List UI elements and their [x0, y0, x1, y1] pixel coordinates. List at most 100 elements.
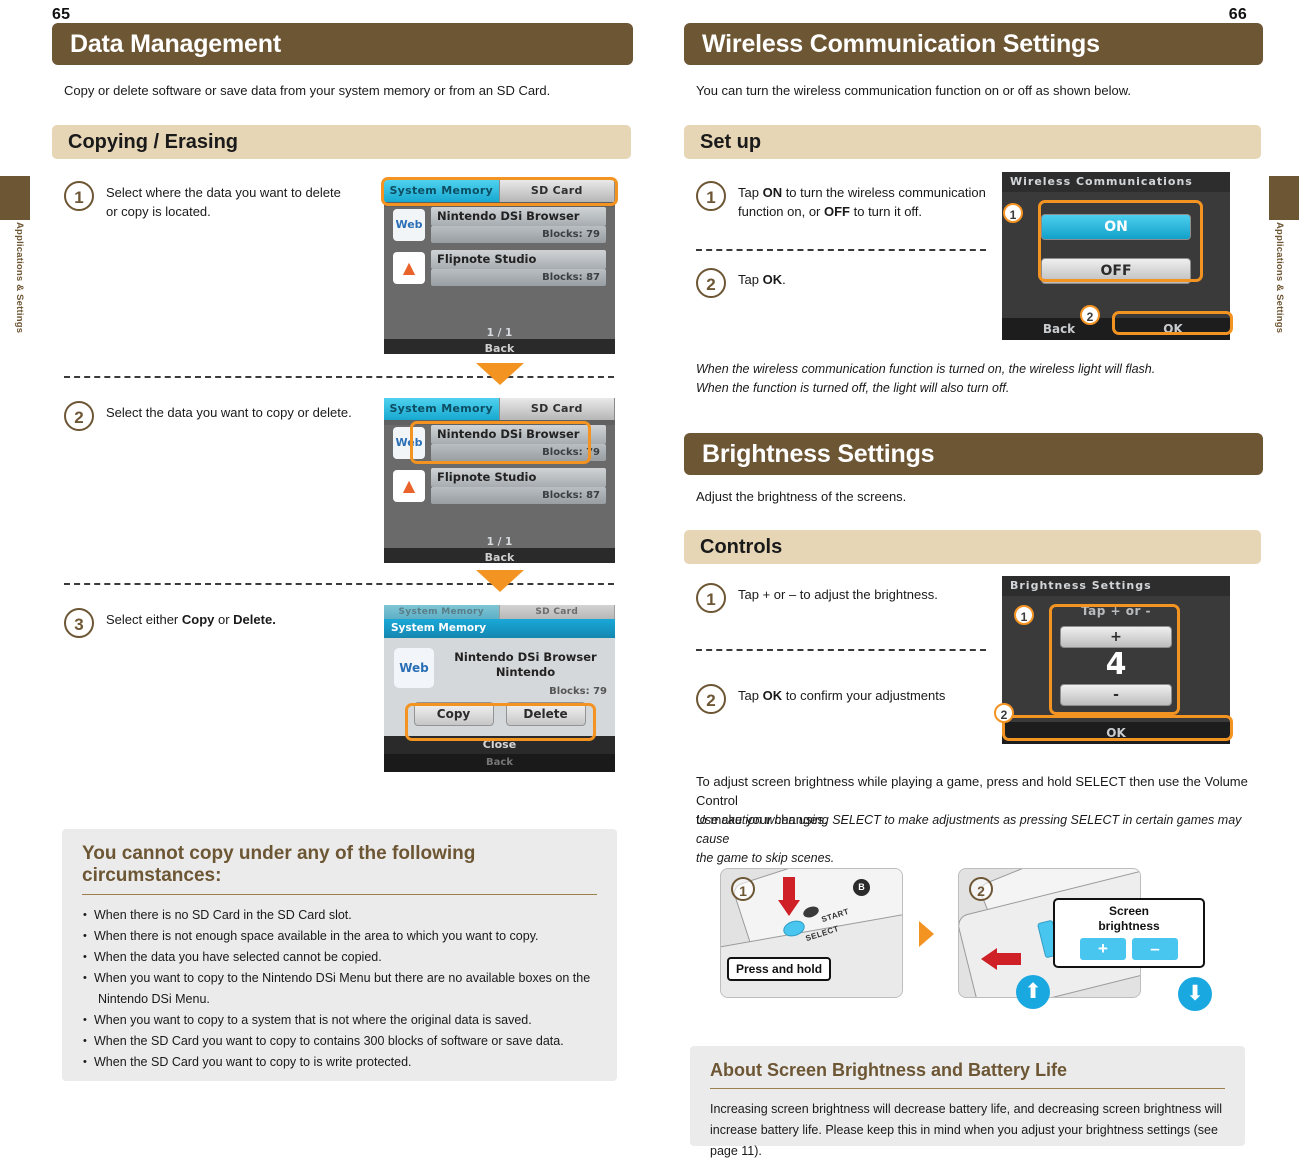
- chapter-title-data-management: Data Management: [52, 23, 633, 65]
- screen3-copy-button[interactable]: Copy: [413, 702, 494, 726]
- screen3-tab-sd-card[interactable]: SD Card: [499, 605, 615, 619]
- step-3-bold-copy: Copy: [181, 612, 215, 627]
- wireless-back-button[interactable]: Back: [1002, 318, 1116, 340]
- volume-down-arrow-icon: ⬇: [1178, 977, 1212, 1011]
- screen1-tabs: System Memory SD Card: [384, 180, 615, 202]
- battery-life-line2: increase battery life. Please keep this …: [710, 1123, 1218, 1158]
- screen1-tab-system-memory[interactable]: System Memory: [384, 180, 500, 202]
- screen2-item-blocks: Blocks: 79: [431, 444, 606, 461]
- screen2-tab-sd-card[interactable]: SD Card: [499, 398, 615, 420]
- page-number-left: 65: [52, 6, 71, 23]
- brightness-plus-illustration[interactable]: +: [1080, 938, 1126, 960]
- screen1-list-item[interactable]: ▲ Flipnote Studio Blocks: 87: [393, 250, 606, 288]
- screen2-list-item[interactable]: ▲ Flipnote Studio Blocks: 87: [393, 468, 606, 506]
- b2-prefix: Tap: [738, 688, 763, 703]
- dsi-screen-2: System Memory SD Card Web Nintendo DSi B…: [384, 398, 615, 563]
- step-3-prefix: Select either: [106, 612, 182, 627]
- wireless-ok-button[interactable]: OK: [1116, 318, 1230, 340]
- screen2-list-item[interactable]: Web Nintendo DSi Browser Blocks: 79: [393, 425, 606, 463]
- screen1-item-blocks: Blocks: 87: [431, 269, 606, 286]
- volume-arrow-head: [981, 948, 997, 970]
- wireless-step-separator: [696, 249, 986, 251]
- brightness-intro: Adjust the brightness of the screens.: [696, 489, 907, 504]
- screen3-app-name: Nintendo DSi Browser: [454, 650, 597, 664]
- screen1-body: Web Nintendo DSi Browser Blocks: 79 ▲ Fl…: [384, 207, 615, 354]
- left-page: 65 Applications & Settings Data Manageme…: [0, 0, 649, 1133]
- brightness-plus-button[interactable]: +: [1060, 626, 1172, 648]
- brightness-step-1-number: 1: [696, 583, 726, 613]
- flow-arrow-down-2: [476, 570, 524, 592]
- list-item: When there is not enough space available…: [82, 926, 597, 947]
- screen2-page-indicator: 1 / 1: [486, 536, 513, 548]
- step-separator-1: [64, 376, 614, 378]
- screen1-item-name: Nintendo DSi Browser: [431, 207, 606, 226]
- screen2-tab-system-memory[interactable]: System Memory: [384, 398, 500, 420]
- brightness-screen-bottom-bar: OK: [1002, 722, 1230, 744]
- w1-prefix: Tap: [738, 185, 763, 200]
- screen3-dialog: System Memory Web Nintendo DSi Browser N…: [384, 619, 615, 736]
- wireless-screen-bottom-bar: Back OK: [1002, 318, 1230, 340]
- brightness-step-2-text: Tap OK to confirm your adjustments: [738, 686, 1018, 705]
- wireless-step-2-text: Tap OK.: [738, 270, 1018, 289]
- screen3-back-button[interactable]: Back: [384, 754, 615, 772]
- list-item-continuation: Nintendo DSi Menu.: [98, 992, 210, 1006]
- screen1-page-indicator: 1 / 1: [486, 327, 513, 339]
- brightness-ok-button[interactable]: OK: [1002, 722, 1230, 744]
- list-item: When the SD Card you want to copy to con…: [82, 1031, 597, 1052]
- step-3-bold-delete: Delete.: [233, 612, 276, 627]
- select-note-line1: To adjust screen brightness while playin…: [696, 774, 1248, 808]
- screen2-tabs: System Memory SD Card: [384, 398, 615, 420]
- volume-up-arrow-icon: ⬆: [1016, 975, 1050, 1009]
- brightness-settings-screen: Brightness Settings Tap + or - + 4 - OK: [1002, 576, 1230, 744]
- wireless-on-button[interactable]: ON: [1041, 214, 1191, 240]
- flow-arrow-right: [919, 921, 934, 947]
- brightness-minus-button[interactable]: -: [1060, 684, 1172, 706]
- screen-brightness-callout-line2: brightness: [1098, 919, 1160, 933]
- brightness-step-1-text: Tap + or – to adjust the brightness.: [738, 587, 938, 602]
- press-and-hold-callout: Press and hold: [727, 957, 832, 981]
- chapter-title-wireless: Wireless Communication Settings: [684, 23, 1263, 65]
- step-separator-2: [64, 583, 614, 585]
- web-icon: Web: [393, 209, 425, 241]
- select-note-italic: Use caution when using SELECT to make ad…: [696, 811, 1256, 868]
- press-arrow-head: [778, 900, 800, 916]
- brightness-screen-title: Brightness Settings: [1002, 576, 1230, 596]
- chapter-title-brightness: Brightness Settings: [684, 433, 1263, 475]
- screen3-tab-system-memory[interactable]: System Memory: [384, 605, 500, 619]
- thumb-tab-right: [1269, 176, 1299, 220]
- screen1-tab-sd-card[interactable]: SD Card: [499, 180, 615, 202]
- w1-mid: to turn the wireless communication: [782, 185, 986, 200]
- wireless-note-line1: When the wireless communication function…: [696, 362, 1156, 376]
- wireless-off-button[interactable]: OFF: [1041, 258, 1191, 284]
- right-page: 66 Applications & Settings Wireless Comm…: [650, 0, 1299, 1158]
- b-button-icon: B: [853, 879, 870, 896]
- screen1-back-button[interactable]: Back: [384, 339, 615, 354]
- step-3-text: Select either Copy or Delete.: [106, 610, 406, 629]
- dsi-screen-3: System Memory SD Card System Memory Web …: [384, 605, 615, 772]
- screen3-app-publisher: Nintendo: [495, 665, 556, 679]
- brightness-screen-subtitle: Tap + or -: [1080, 604, 1152, 618]
- battery-life-box: About Screen Brightness and Battery Life…: [690, 1046, 1245, 1158]
- w2-mid: .: [782, 272, 786, 287]
- list-item: When you want to copy to a system that i…: [82, 1010, 597, 1031]
- illustration-panel-2-number: 2: [969, 877, 993, 901]
- list-item: When the data you have selected cannot b…: [82, 947, 597, 968]
- w1-line2-prefix: function on, or: [738, 204, 824, 219]
- screen3-close-button[interactable]: Close: [384, 736, 615, 754]
- screen3-delete-button[interactable]: Delete: [505, 702, 586, 726]
- brightness-minus-illustration[interactable]: –: [1132, 938, 1178, 960]
- step-2-text: Select the data you want to copy or dele…: [106, 405, 352, 420]
- w2-prefix: Tap: [738, 272, 763, 287]
- flipnote-icon: ▲: [393, 252, 425, 284]
- illustration-panel-1-number: 1: [731, 877, 755, 901]
- screen1-list-item[interactable]: Web Nintendo DSi Browser Blocks: 79: [393, 207, 606, 245]
- wireless-note: When the wireless communication function…: [696, 360, 1256, 398]
- brightness-step-separator: [696, 649, 986, 651]
- thumb-tab-label-right: Applications & Settings: [1274, 222, 1285, 334]
- screen2-back-button[interactable]: Back: [384, 548, 615, 563]
- screen2-body: Web Nintendo DSi Browser Blocks: 79 ▲ Fl…: [384, 425, 615, 563]
- w2-bold-ok: OK: [762, 272, 783, 287]
- screen1-item-blocks: Blocks: 79: [431, 226, 606, 243]
- b2-bold-ok: OK: [762, 688, 783, 703]
- press-arrow-stem: [783, 877, 795, 901]
